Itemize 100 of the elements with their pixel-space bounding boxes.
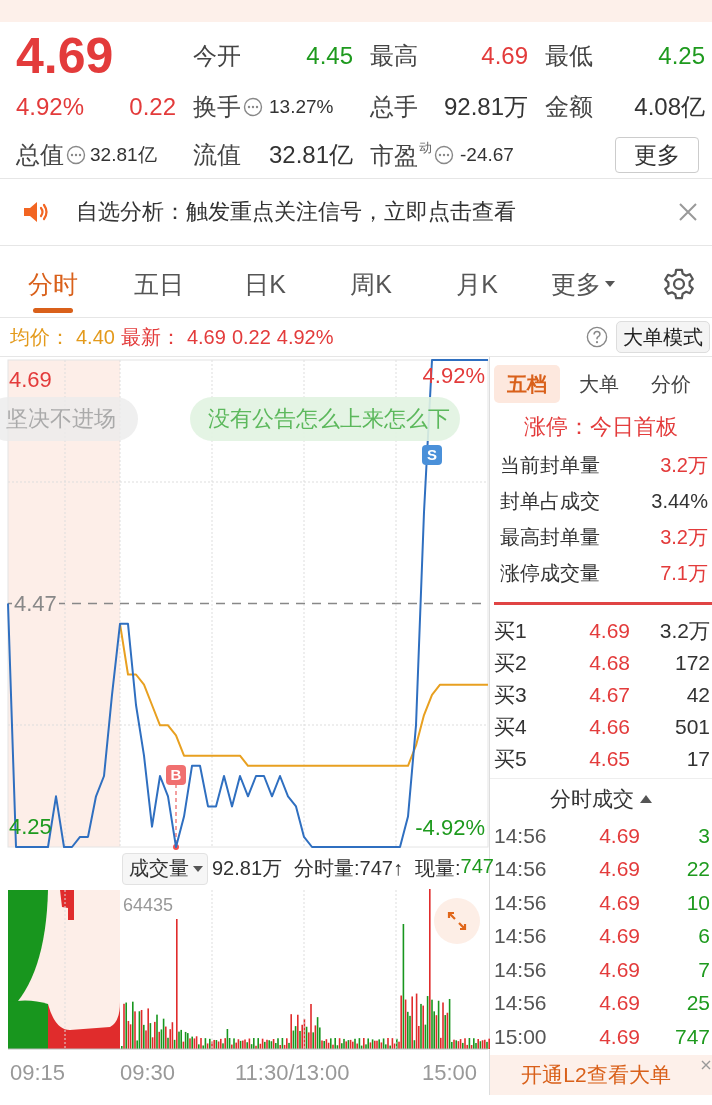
trade-time: 14:56	[493, 857, 548, 882]
chart-tab[interactable]: 日K	[212, 251, 318, 317]
trade-price: 4.69	[598, 857, 640, 882]
stat-value: -24.67	[460, 144, 514, 166]
trade-price: 4.69	[598, 890, 640, 915]
seal-stat-label: 当前封单量	[500, 452, 600, 478]
trade-price: 4.69	[598, 991, 640, 1016]
info-icon[interactable]	[66, 145, 86, 165]
settings-icon[interactable]	[662, 267, 696, 301]
trade-time: 14:56	[493, 890, 548, 915]
bid-volume: 3.2万	[658, 618, 711, 644]
axis-price-label: 4.69	[9, 369, 52, 392]
comment-bubble: 没有公告怎么上来怎么下	[190, 397, 460, 441]
seal-stat-label: 涨停成交量	[500, 560, 600, 586]
bid-price: 4.66	[588, 715, 630, 739]
caret-icon	[193, 864, 203, 873]
trades-title[interactable]: 分时成交	[550, 785, 634, 813]
minute-volume: 分时量:747↑	[294, 856, 403, 881]
seal-stat-label: 最高封单量	[500, 524, 600, 550]
indicator-dropdown[interactable]: 成交量	[122, 852, 208, 885]
trade-price: 4.69	[598, 1024, 640, 1049]
seal-stat-value: 3.44%	[651, 489, 708, 513]
bid-price: 4.69	[588, 619, 630, 643]
stat-value: 4.69	[481, 42, 528, 70]
stat-label: 今开	[193, 41, 241, 71]
caret-icon	[605, 280, 615, 288]
bid-volume: 501	[673, 715, 711, 739]
stat-value: 32.81亿	[268, 140, 353, 170]
current-volume-label: 现量:	[415, 856, 461, 881]
last-price: 4.69	[16, 31, 115, 81]
bid-price: 4.67	[588, 683, 630, 707]
chart-tab[interactable]: 五日	[106, 251, 212, 317]
close-icon[interactable]	[678, 202, 698, 222]
trade-volume: 22	[685, 857, 711, 882]
help-icon[interactable]	[586, 326, 608, 348]
trade-volume: 3	[697, 823, 711, 848]
trade-time: 14:56	[493, 957, 548, 982]
max-volume-label: 64435	[123, 895, 174, 916]
bid-volume: 172	[673, 651, 711, 675]
chart-tab[interactable]: 月K	[424, 251, 530, 317]
stat-value: 4.08亿	[634, 92, 705, 122]
time-axis-label: 09:15	[10, 1060, 66, 1086]
stat-label: 换手	[193, 92, 241, 122]
latest-label: 最新：	[120, 324, 181, 350]
bid-volume: 42	[685, 683, 711, 707]
expand-icon	[445, 909, 469, 933]
seal-stat-label: 封单占成交	[500, 488, 600, 514]
bid-level: 买5	[493, 746, 528, 772]
seal-stat-value: 7.1万	[660, 560, 708, 586]
comment-bubble: 坚决不进场	[0, 397, 138, 441]
average-price: 4.40	[76, 325, 115, 349]
stat-label: 流值	[193, 140, 241, 170]
latest-value: 4.92%	[276, 325, 334, 349]
trade-volume: 747	[673, 1024, 711, 1049]
sort-up-icon[interactable]	[640, 794, 652, 804]
bid-price: 4.65	[588, 747, 630, 771]
time-axis-label: 09:30	[120, 1060, 176, 1086]
stat-label: 总值	[16, 140, 64, 170]
change-amount: 0.22	[129, 93, 176, 121]
seal-stat-value: 3.2万	[660, 452, 708, 478]
average-price-label: 均价：	[10, 324, 70, 350]
current-volume: 747	[460, 855, 494, 879]
trade-price: 4.69	[598, 957, 640, 982]
buy-marker-leader-line	[173, 783, 179, 850]
stat-label: 最高	[370, 41, 418, 71]
trade-price: 4.69	[598, 823, 640, 848]
trade-time: 14:56	[493, 924, 548, 949]
latest-value: 4.69	[186, 325, 226, 349]
trade-volume: 10	[685, 890, 711, 915]
order-book-tab[interactable]: 分价	[638, 365, 704, 403]
stat-value: 32.81亿	[90, 143, 157, 167]
more-button[interactable]: 更多	[615, 137, 699, 173]
chart-tab[interactable]: 更多	[530, 251, 636, 317]
stat-value: 13.27%	[269, 96, 334, 118]
bid-price: 4.68	[588, 651, 630, 675]
info-icon[interactable]	[434, 145, 454, 165]
bid-level: 买2	[493, 650, 528, 676]
trade-volume: 7	[697, 957, 711, 982]
expand-button[interactable]	[434, 898, 480, 944]
chart-tab[interactable]: 周K	[318, 251, 424, 317]
stat-label: 市盈$^{动}$	[370, 138, 432, 171]
stat-value: 92.81万	[443, 92, 528, 122]
time-axis-label: 11:30/13:00	[235, 1060, 350, 1086]
change-percent: 4.92%	[16, 93, 85, 121]
info-icon[interactable]	[243, 97, 263, 117]
limit-up-status: 涨停：今日首板	[523, 413, 679, 441]
buy-marker: B	[166, 765, 186, 785]
bid-level: 买3	[493, 682, 528, 708]
seal-stat-value: 3.2万	[660, 524, 708, 550]
chart-tab[interactable]: 分时	[0, 251, 106, 317]
bid-level: 买4	[493, 714, 528, 740]
trade-time: 15:00	[493, 1024, 548, 1049]
trade-time: 14:56	[493, 991, 548, 1016]
order-book-tab[interactable]: 大单	[566, 365, 632, 403]
notice-text[interactable]: 自选分析：触发重点关注信号，立即点击查看	[76, 197, 516, 227]
total-volume: 92.81万	[212, 856, 283, 881]
close-icon[interactable]	[701, 1059, 711, 1070]
bid-volume: 17	[685, 747, 711, 771]
bid-level: 买1	[493, 618, 528, 644]
large-order-mode-button[interactable]: 大单模式	[616, 321, 710, 353]
